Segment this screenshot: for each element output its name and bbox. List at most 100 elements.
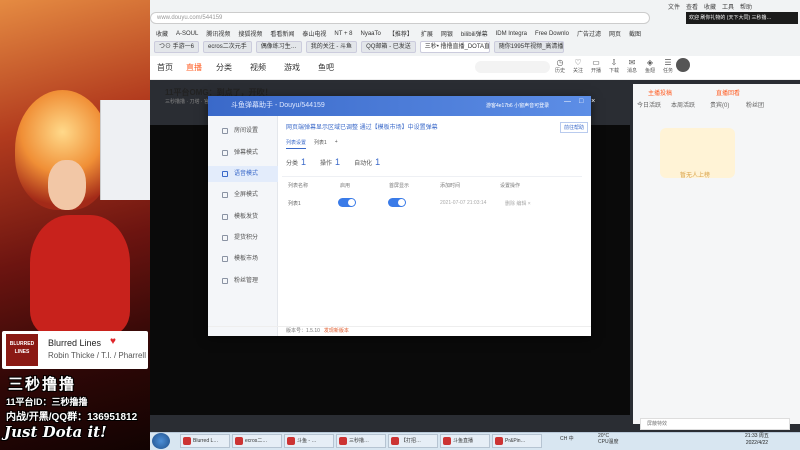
- start-button[interactable]: [152, 433, 170, 449]
- menu-tools[interactable]: 工具: [722, 2, 734, 11]
- menu-view[interactable]: 查看: [686, 2, 698, 11]
- address-bar[interactable]: www.douyu.com/544159: [150, 12, 650, 24]
- taskbar-item[interactable]: 三秒撸…: [336, 434, 386, 448]
- side-tab-fans[interactable]: 粉丝团: [746, 100, 764, 109]
- bookmark-item[interactable]: NyaaTo: [361, 31, 381, 37]
- heart-icon: ♥: [110, 336, 116, 347]
- bookmark-item[interactable]: 搜狐视频: [238, 29, 262, 38]
- bookmark-item[interactable]: 收藏: [156, 29, 168, 38]
- message-icon[interactable]: ✉ 消息: [623, 58, 641, 74]
- column-header: 设置操作: [500, 183, 521, 189]
- taskbar-item[interactable]: Blurred L…: [180, 434, 230, 448]
- sidebar-item-fullscreen[interactable]: 全屏模式: [220, 187, 278, 203]
- sidebar-item-voice[interactable]: 语音模式: [208, 166, 278, 182]
- subtab-list1[interactable]: 列表1: [314, 139, 327, 149]
- character-face: [48, 160, 86, 210]
- nav-home[interactable]: 首页: [157, 62, 173, 73]
- bookmark-item[interactable]: Free Downlo: [535, 31, 569, 37]
- side-top-upload[interactable]: 主播投稿: [648, 88, 672, 97]
- stat-auto: 自动化 1: [354, 157, 381, 167]
- bookmark-item[interactable]: bilibili弹幕: [461, 29, 488, 38]
- nav-games[interactable]: 游戏: [284, 62, 300, 73]
- browser-tab[interactable]: 随你1995年视频_高清播放: [493, 41, 564, 53]
- row-actions[interactable]: 删除 编辑 ×: [505, 200, 531, 207]
- update-link[interactable]: 发现新版本: [324, 328, 349, 334]
- bookmark-item[interactable]: 广告过滤: [577, 29, 601, 38]
- side-tab-week[interactable]: 本周活跃: [671, 100, 695, 109]
- firstscreen-toggle[interactable]: [388, 198, 406, 207]
- sidebar-item-fans[interactable]: 粉丝管理: [220, 273, 278, 289]
- download-icon[interactable]: ⇩ 下载: [605, 58, 623, 74]
- side-tab-vip[interactable]: 贵宾(0): [710, 100, 729, 109]
- bookmark-item[interactable]: 泰山电视: [302, 29, 326, 38]
- menu-file[interactable]: 文件: [668, 2, 680, 11]
- nav-live[interactable]: 直播: [186, 62, 202, 73]
- dialog-footer: 版本号：1.5.10 发现新版本: [208, 326, 591, 336]
- system-clock[interactable]: 21:33 周五 2022/4/22: [745, 433, 769, 447]
- browser-tab[interactable]: つ⊙ 手游一6: [154, 41, 200, 53]
- menu-help[interactable]: 帮助: [740, 2, 752, 11]
- side-top-replay[interactable]: 直播回看: [716, 88, 740, 97]
- bookmark-item[interactable]: 【推荐】: [389, 29, 413, 38]
- template-icon: [222, 214, 228, 220]
- bookmark-item[interactable]: A-SOUL: [176, 31, 198, 37]
- help-link-button[interactable]: 前往帮助: [560, 122, 589, 133]
- table-cell-name: 列表1: [288, 201, 301, 207]
- browser-tab[interactable]: QQ邮箱 - 已发送: [361, 41, 416, 53]
- list-subtabs: 列表设置 列表1 +: [286, 139, 338, 149]
- sidebar-item-template[interactable]: 模板发货: [220, 209, 278, 225]
- broadcast-icon[interactable]: ▭ 开播: [587, 58, 605, 74]
- bookmark-item[interactable]: IDM Integra: [496, 31, 527, 37]
- nav-video[interactable]: 视频: [250, 62, 266, 73]
- browser-tab[interactable]: 我的关注 - 斗鱼: [305, 41, 358, 53]
- dialog-title: 斗鱼弹幕助手 - Douyu/544159: [231, 102, 325, 109]
- table-cell-time: 2021-07-07 21:03:14: [440, 200, 487, 206]
- input-method-tray[interactable]: CH 中: [560, 435, 574, 442]
- list-table: [282, 176, 582, 326]
- fin-icon[interactable]: ◈ 鱼翅: [641, 58, 659, 74]
- side-tab-today[interactable]: 今日活跃: [637, 100, 661, 109]
- avatar[interactable]: [676, 58, 690, 72]
- add-list-button[interactable]: +: [335, 139, 338, 149]
- taskbar-item[interactable]: ecros二…: [232, 434, 282, 448]
- tab-strip: つ⊙ 手游一6 ecros二次元手 偶像练习生… 我的关注 - 斗鱼 QQ邮箱 …: [150, 40, 800, 54]
- sidebar-item-barrage[interactable]: 弹幕模式: [220, 145, 278, 161]
- bookmark-item[interactable]: 网银: [441, 29, 453, 38]
- taskbar-item[interactable]: Pr&Pin…: [492, 434, 542, 448]
- bookmark-item[interactable]: 网页: [609, 29, 621, 38]
- taskbar-item[interactable]: 斗鱼 - …: [284, 434, 334, 448]
- voice-icon: [222, 171, 228, 177]
- window-controls[interactable]: — □ ×: [564, 98, 598, 105]
- browser-tab[interactable]: 偶像练习生…: [255, 41, 302, 53]
- bookmark-item[interactable]: 看看新闻: [270, 29, 294, 38]
- platform-id: 11平台ID：三秒撸撸: [6, 397, 88, 407]
- nav-fishbar[interactable]: 鱼吧: [318, 62, 334, 73]
- sidebar-item-market[interactable]: 模板市场: [220, 251, 278, 267]
- qq-group: 内战/开黑/QQ群：136951812: [6, 412, 138, 423]
- fans-icon: [222, 278, 228, 284]
- character-body: [30, 215, 130, 335]
- subtab-list-settings[interactable]: 列表设置: [286, 139, 307, 149]
- bookmark-item[interactable]: 截图: [629, 29, 641, 38]
- task-icon[interactable]: ☰ 任务: [659, 58, 677, 74]
- nav-category[interactable]: 分类: [216, 62, 232, 73]
- sidebar-item-points[interactable]: 提货积分: [220, 230, 278, 246]
- follow-icon[interactable]: ♡ 关注: [569, 58, 587, 74]
- bookmark-item[interactable]: NT + 8: [334, 31, 352, 37]
- browser-tab[interactable]: ecros二次元手: [203, 41, 252, 53]
- enable-toggle[interactable]: [338, 198, 356, 207]
- bookmark-item[interactable]: 扩展: [421, 29, 433, 38]
- fullscreen-icon: [222, 192, 228, 198]
- song-title: Blurred Lines: [48, 338, 102, 348]
- taskbar-item[interactable]: 【打招…: [388, 434, 438, 448]
- block-effects-toggle[interactable]: 屏蔽特效: [640, 418, 790, 430]
- stat-category: 分类 1: [286, 157, 307, 167]
- barrage-icon: [222, 150, 228, 156]
- site-search-input[interactable]: [475, 61, 550, 73]
- menu-favorites[interactable]: 收藏: [704, 2, 716, 11]
- taskbar-item[interactable]: 斗鱼直播: [440, 434, 490, 448]
- bookmark-item[interactable]: 腾讯视频: [206, 29, 230, 38]
- sidebar-item-room[interactable]: 房间设置: [220, 123, 278, 139]
- browser-tab-active[interactable]: 三秒• 撸撸直播_DOTA直播_…: [419, 41, 490, 53]
- history-icon[interactable]: ◷ 历史: [551, 58, 569, 74]
